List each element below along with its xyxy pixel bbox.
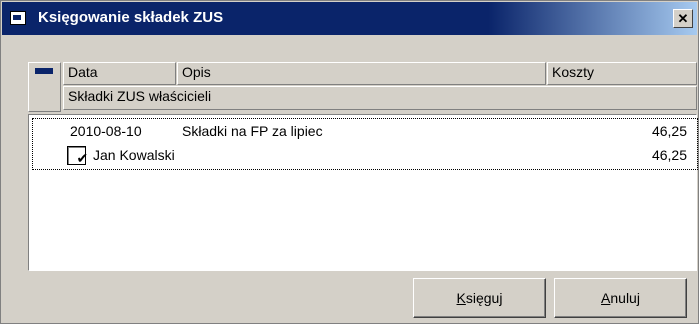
close-icon: ✕ — [677, 11, 689, 26]
window-icon — [10, 11, 26, 25]
row-description: Składki na FP za lipiec — [182, 123, 323, 139]
select-all-toggle[interactable] — [28, 62, 61, 112]
row-person-amount: 46,25 — [651, 147, 687, 163]
table-row[interactable]: 2010-08-10 Składki na FP za lipiec 46,25 — [33, 120, 697, 144]
check-icon: ✔ — [76, 150, 89, 166]
row-checkbox[interactable]: ✔ — [67, 146, 89, 166]
post-label: sięguj — [465, 290, 503, 306]
table-subrow[interactable]: ✔ Jan Kowalski 46,25 — [33, 144, 697, 168]
post-button[interactable]: Księguj — [413, 278, 546, 318]
list-group[interactable]: 2010-08-10 Składki na FP za lipiec 46,25… — [32, 118, 698, 170]
group-header: Składki ZUS właścicieli — [63, 86, 697, 110]
title-bar[interactable]: Księgowanie składek ZUS ✕ — [2, 2, 697, 35]
row-person-name: Jan Kowalski — [93, 147, 175, 163]
selection-marker-icon — [35, 68, 53, 74]
column-header-koszty[interactable]: Koszty — [547, 62, 697, 85]
dialog-window: Księgowanie składek ZUS ✕ Data Opis Kosz… — [0, 0, 699, 324]
cancel-button[interactable]: Anuluj — [554, 278, 687, 318]
cancel-label: nuluj — [610, 290, 640, 306]
column-header-opis[interactable]: Opis — [177, 62, 546, 85]
window-title: Księgowanie składek ZUS — [38, 9, 224, 26]
cancel-accelerator: A — [601, 290, 611, 306]
row-amount: 46,25 — [651, 123, 687, 139]
close-button[interactable]: ✕ — [673, 9, 693, 28]
post-accelerator: K — [456, 290, 466, 306]
entries-list[interactable]: 2010-08-10 Składki na FP za lipiec 46,25… — [28, 114, 698, 271]
column-header-data[interactable]: Data — [63, 62, 176, 85]
row-date: 2010-08-10 — [70, 123, 142, 139]
